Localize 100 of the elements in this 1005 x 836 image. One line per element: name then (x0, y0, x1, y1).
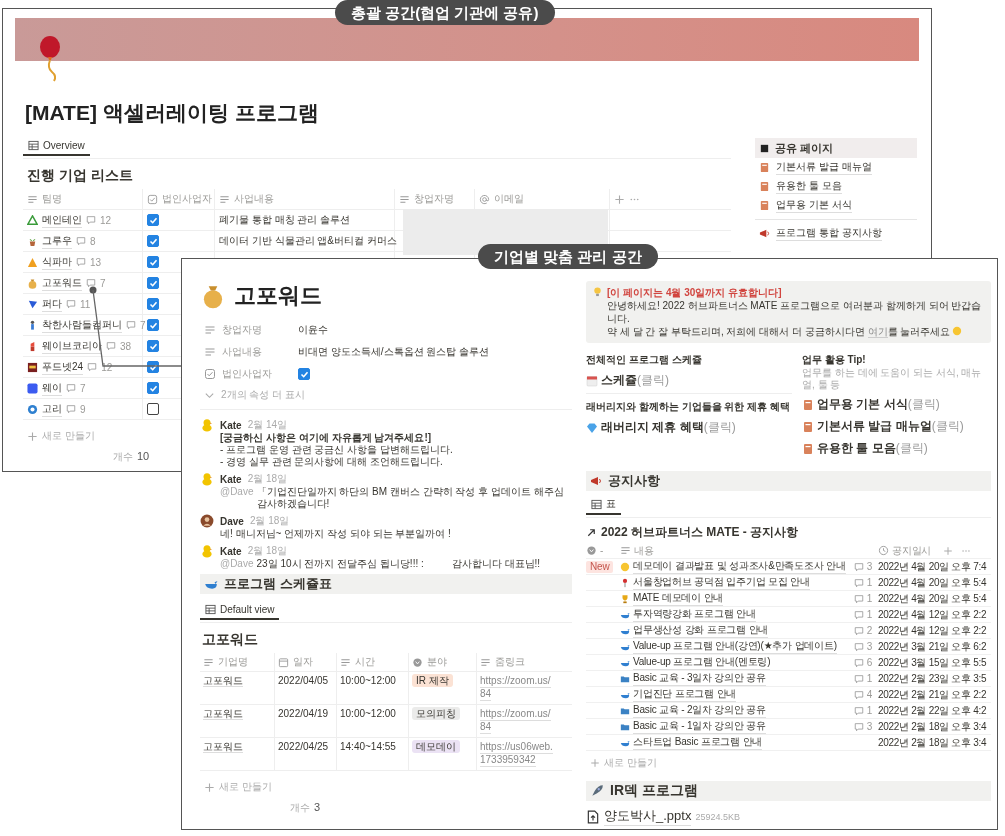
page-link[interactable]: 유용한 툴 모음(클릭) (817, 440, 928, 457)
file-link[interactable]: 양도박사_.pptx (604, 807, 692, 826)
page-link[interactable]: 래버리지 제휴 혜택(클릭) (601, 419, 736, 436)
comment-text: 감사합니다 대표님!! (451, 558, 541, 570)
notice-link[interactable]: MATE 데모데이 안내 (633, 591, 724, 606)
checkbox[interactable] (147, 298, 159, 310)
team-name-link[interactable]: 메인테인 (42, 212, 82, 228)
page-link[interactable]: 유용한 툴 모음 (776, 179, 842, 194)
section-title: 공유 페이지 (775, 140, 834, 156)
team-name-link[interactable]: 식파마 (42, 254, 72, 270)
view-tab[interactable]: Default view (200, 600, 280, 620)
page-link[interactable]: 프로그램 통합 공지사항 (776, 226, 882, 241)
page-link[interactable]: 기본서류 발급 매뉴얼 (776, 160, 872, 175)
checkbox[interactable] (147, 319, 159, 331)
property-value: 비대면 양도소득세/스톡옵션 원스탑 솔루션 (298, 345, 490, 359)
checkbox-property-icon (147, 193, 158, 205)
comment-text: - 경영 실무 관련 문의사항에 대해 조언해드립니다. (220, 456, 443, 468)
table-cell: 2022년 2월 23일 오후 3:5 (878, 671, 987, 686)
link-text[interactable]: https://zoom.us/ (480, 675, 551, 688)
page-link[interactable]: 스케쥴(클릭) (601, 372, 669, 389)
comment-count: 12 (100, 214, 112, 226)
page-link[interactable]: 업무용 기본 서식 (776, 198, 852, 213)
checkbox[interactable] (147, 214, 159, 226)
notice-link[interactable]: 기업진단 프로그램 안내 (633, 687, 737, 702)
link-text[interactable]: 1733959342 (480, 754, 536, 767)
team-name-link[interactable]: 그루우 (42, 233, 72, 249)
checkbox[interactable] (147, 382, 159, 394)
checkbox[interactable] (147, 340, 159, 352)
column-header: 팀명 (42, 192, 62, 206)
team-name-link[interactable]: 웨이 (42, 380, 62, 396)
notice-link[interactable]: Basic 교육 - 2일차 강의안 공유 (633, 703, 767, 718)
checkbox[interactable] (147, 277, 159, 289)
link-text[interactable]: https://zoom.us/ (480, 708, 551, 721)
category-tag: 모의피칭 (412, 707, 460, 720)
notice-link[interactable]: Basic 교육 - 1일차 강의안 공유 (633, 719, 767, 734)
notice-link[interactable]: 서울창업허브 공덕점 입주기업 모집 안내 (633, 575, 810, 590)
calendar-property-icon (278, 656, 289, 668)
link-text[interactable]: 84 (480, 688, 492, 701)
money-bag-icon (27, 277, 38, 289)
notice-link[interactable]: Value-up 프로그램 안내(강연)(★추가 업데이트) (633, 639, 837, 654)
select-property-icon (586, 545, 597, 556)
team-name-link[interactable]: 푸드넷24 (42, 359, 84, 375)
link-text[interactable]: https://us06web. (480, 741, 553, 754)
checkbox[interactable] (147, 403, 159, 415)
plus-icon (614, 193, 625, 205)
notice-link[interactable]: 투자역량강화 프로그램 안내 (633, 607, 756, 622)
count-label: 개수 (290, 801, 310, 815)
checkbox[interactable] (147, 256, 159, 268)
text-property-icon (203, 656, 214, 668)
section-label: 기업별 맞춤 관리 공간 (478, 244, 658, 269)
page-link[interactable]: 업무용 기본 서식(클릭) (817, 396, 940, 413)
team-name-link[interactable]: 고리 (42, 401, 62, 417)
comment-icon (86, 215, 96, 225)
notice-link[interactable]: Basic 교육 - 3일차 강의안 공유 (633, 671, 767, 686)
comment-icon (76, 236, 86, 246)
property-label: 사업내용 (222, 345, 262, 359)
notice-link[interactable]: 업무생산성 강화 프로그램 안내 (633, 623, 769, 638)
page-icon (802, 398, 814, 411)
notice-link[interactable]: 스타트업 Basic 프로그램 안내 (633, 735, 763, 750)
team-name-link[interactable]: 고포워드 (42, 275, 82, 291)
view-tab[interactable]: 표 (586, 495, 621, 515)
notice-link[interactable]: Value-up 프로그램 안내(멘토링) (633, 655, 771, 670)
comment-count: 1 (866, 593, 872, 604)
comment-text: 네! 매니저님~ 언제까지 작성 되야 되는 부분일까여 ! (220, 528, 451, 540)
company-link[interactable]: 고포워드 (203, 675, 243, 687)
page-link[interactable]: 기본서류 발급 매뉴얼(클릭) (817, 418, 964, 435)
company-link[interactable]: 고포워드 (203, 741, 243, 753)
comment-count: 8 (90, 235, 96, 247)
view-tab[interactable]: Overview (23, 136, 90, 156)
pin-icon (620, 577, 630, 588)
checkbox[interactable] (298, 368, 310, 380)
comment-text: 「기업진단일까지 하단의 BM 캔버스 간략히 작성 후 업데이트 해주심 감사하겠습니다! (256, 486, 565, 510)
comment-count: 1 (866, 609, 872, 620)
property-label: 법인사업자 (222, 367, 272, 381)
comment-icon (853, 609, 864, 620)
notice-link[interactable]: 데모데이 결과발표 및 성과조사&만족도조사 안내 (633, 559, 846, 574)
database-title: 고포워드 (202, 631, 259, 649)
comment-count: 13 (90, 256, 102, 268)
checkbox[interactable] (147, 235, 159, 247)
table-icon (591, 498, 602, 510)
comment-icon (106, 341, 116, 351)
comment-count: 1 (866, 673, 872, 684)
text-property-icon (399, 193, 410, 205)
text-property-icon (27, 193, 38, 205)
table-cell: 2022년 4월 12일 오후 2:2 (878, 607, 987, 622)
gem-icon (586, 421, 598, 434)
file-size: 25924.5KB (695, 811, 740, 822)
company-link[interactable]: 고포워드 (203, 708, 243, 720)
comment-count: 3 (866, 721, 872, 732)
column-header: 내용 (634, 543, 654, 558)
column-header: 시간 (355, 656, 375, 668)
column-header: 창업자명 (414, 192, 454, 206)
text-property-icon (620, 545, 631, 556)
team-name-link[interactable]: 퍼다 (42, 296, 62, 312)
team-name-link[interactable]: 웨이브코리아 (42, 338, 102, 354)
link-text[interactable]: 84 (480, 721, 492, 734)
page-icon (802, 420, 814, 433)
page-icon (802, 442, 814, 455)
table-cell: 10:00~12:00 (340, 675, 396, 686)
text-property-icon (219, 193, 230, 205)
